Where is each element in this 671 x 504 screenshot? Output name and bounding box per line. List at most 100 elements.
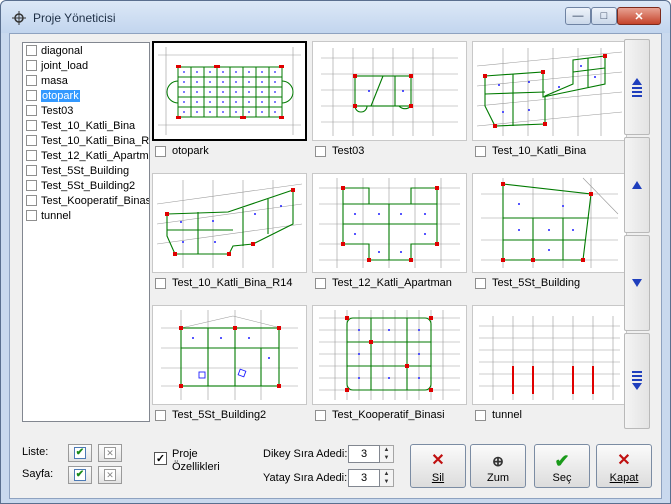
spin-up-icon[interactable]: ▲ — [380, 446, 393, 454]
thumbnail-test-5st-building2[interactable]: Test_5St_Building2 — [152, 305, 307, 429]
last-page-button[interactable] — [624, 333, 650, 429]
project-checkbox[interactable] — [26, 150, 37, 161]
liste-select-all-button[interactable]: ✔ — [68, 444, 92, 462]
checkmark-select-icon: ✔ — [554, 451, 570, 471]
thumbnail-image[interactable] — [312, 305, 467, 405]
thumbnail-test-10-katli-bina-r14[interactable]: Test_10_Katli_Bina_R14 — [152, 173, 307, 297]
liste-clear-all-button[interactable]: ✕ — [98, 444, 122, 462]
spinner-arrows[interactable]: ▲ ▼ — [380, 445, 394, 463]
sil-label: Sil — [431, 472, 445, 484]
title-bar[interactable]: Proje Yöneticisi — □ ✕ — [1, 1, 670, 33]
project-checkbox[interactable] — [26, 210, 37, 221]
project-checkbox[interactable] — [26, 90, 37, 101]
yatay-sira-spinner[interactable]: ▲▼ — [348, 469, 396, 487]
zum-button[interactable]: ⊕ Zum — [470, 444, 526, 488]
project-checkbox[interactable] — [26, 45, 37, 56]
project-list-item[interactable]: tunnel — [23, 208, 149, 223]
project-list-item[interactable]: diagonal — [23, 43, 149, 58]
thumbnail-test-kooperatif-binasi[interactable]: Test_Kooperatif_Binasi — [312, 305, 467, 429]
thumbnail-caption[interactable]: Test_5St_Building2 — [155, 409, 266, 421]
thumbnail-label: Test_5St_Building2 — [172, 409, 267, 421]
project-list[interactable]: diagonal joint_load masa otopark Test03 Test_… — [22, 42, 150, 422]
thumbnail-caption[interactable]: Test_12_Katli_Apartman — [315, 277, 452, 289]
project-list-item[interactable]: Test_5St_Building2 — [23, 178, 149, 193]
thumbnail-caption[interactable]: otopark — [155, 145, 209, 157]
thumbnail-checkbox[interactable] — [155, 277, 166, 289]
thumbnail-caption[interactable]: Test03 — [315, 145, 364, 157]
project-list-item[interactable]: Test_12_Katli_Apartman — [23, 148, 149, 163]
proje-ozellikleri-checkbox[interactable]: ✓ — [154, 452, 167, 465]
thumbnail-caption[interactable]: Test_Kooperatif_Binasi — [315, 409, 445, 421]
thumbnail-image[interactable] — [152, 173, 307, 273]
thumbnail-test-10-katli-bina[interactable]: Test_10_Katli_Bina — [472, 41, 627, 165]
page-up-button[interactable] — [624, 137, 650, 233]
thumbnail-checkbox[interactable] — [475, 277, 486, 289]
thumbnail-checkbox[interactable] — [155, 409, 166, 421]
thumbnail-image[interactable] — [152, 305, 307, 405]
thumbnail-checkbox[interactable] — [315, 409, 326, 421]
project-list-item[interactable]: otopark — [23, 88, 149, 103]
thumbnail-caption[interactable]: Test_5St_Building — [475, 277, 580, 289]
project-list-item[interactable]: masa — [23, 73, 149, 88]
project-list-item[interactable]: Test_Kooperatif_Binasi — [23, 193, 149, 208]
sayfa-select-all-button[interactable]: ✔ — [68, 466, 92, 484]
project-list-item[interactable]: Test03 — [23, 103, 149, 118]
sec-button[interactable]: ✔ Seç — [534, 444, 590, 488]
first-page-button[interactable] — [624, 39, 650, 135]
window-title: Proje Yöneticisi — [33, 11, 116, 25]
thumbnail-tunnel[interactable]: tunnel — [472, 305, 627, 429]
thumbnail-test-12-katli-apartman[interactable]: Test_12_Katli_Apartman — [312, 173, 467, 297]
thumbnail-image[interactable] — [312, 41, 467, 141]
thumbnail-image[interactable] — [472, 41, 627, 141]
kapat-button[interactable]: ✕ Kapat — [596, 444, 652, 488]
thumbnail-caption[interactable]: tunnel — [475, 409, 522, 421]
spinner-arrows[interactable]: ▲ ▼ — [380, 469, 394, 487]
project-label: Test_5St_Building2 — [41, 179, 136, 192]
project-list-item[interactable]: Test_10_Katli_Bina_R14 — [23, 133, 149, 148]
project-checkbox[interactable] — [26, 165, 37, 176]
spin-down-icon[interactable]: ▼ — [380, 478, 393, 486]
project-label: Test_5St_Building — [41, 164, 130, 177]
project-checkbox[interactable] — [26, 60, 37, 71]
yatay-sira-label: Yatay Sıra Adedi: — [263, 472, 348, 484]
project-checkbox[interactable] — [26, 75, 37, 86]
minimize-button[interactable]: — — [565, 7, 591, 25]
thumbnail-test-5st-building[interactable]: Test_5St_Building — [472, 173, 627, 297]
thumbnail-image[interactable] — [152, 41, 307, 141]
project-checkbox[interactable] — [26, 195, 37, 206]
thumbnail-checkbox[interactable] — [315, 277, 326, 289]
sil-button[interactable]: ✕ Sil — [410, 444, 466, 488]
thumbnail-image[interactable] — [312, 173, 467, 273]
thumbnail-test03[interactable]: Test03 — [312, 41, 467, 165]
dikey-sira-input[interactable] — [348, 445, 380, 463]
project-list-item[interactable]: joint_load — [23, 58, 149, 73]
thumbnail-caption[interactable]: Test_10_Katli_Bina — [475, 145, 586, 157]
dikey-sira-spinner[interactable]: ▲▼ — [348, 445, 396, 463]
thumbnail-checkbox[interactable] — [315, 145, 326, 157]
thumbnail-otopark[interactable]: otopark — [152, 41, 307, 165]
spin-down-icon[interactable]: ▼ — [380, 454, 393, 462]
yatay-sira-input[interactable] — [348, 469, 380, 487]
bottom-toolbar: Liste: Sayfa: ✔ ✕ ✔ ✕ ✓ Proje Özellikler… — [10, 432, 663, 500]
close-button[interactable]: ✕ — [617, 7, 661, 25]
project-list-item[interactable]: Test_5St_Building — [23, 163, 149, 178]
project-checkbox[interactable] — [26, 105, 37, 116]
thumbnail-checkbox[interactable] — [475, 145, 486, 157]
thumbnail-caption[interactable]: Test_10_Katli_Bina_R14 — [155, 277, 292, 289]
page-scroll-buttons — [624, 39, 650, 431]
close-icon: ✕ — [617, 452, 631, 469]
project-checkbox[interactable] — [26, 180, 37, 191]
thumbnail-image[interactable] — [472, 173, 627, 273]
check-icon: ✔ — [74, 447, 86, 459]
project-checkbox[interactable] — [26, 120, 37, 131]
thumbnail-label: Test03 — [332, 145, 365, 157]
thumbnail-checkbox[interactable] — [475, 409, 486, 421]
project-checkbox[interactable] — [26, 135, 37, 146]
maximize-button[interactable]: □ — [591, 7, 617, 25]
thumbnail-checkbox[interactable] — [155, 145, 166, 157]
sayfa-clear-all-button[interactable]: ✕ — [98, 466, 122, 484]
page-down-button[interactable] — [624, 235, 650, 331]
project-list-item[interactable]: Test_10_Katli_Bina — [23, 118, 149, 133]
thumbnail-image[interactable] — [472, 305, 627, 405]
spin-up-icon[interactable]: ▲ — [380, 470, 393, 478]
